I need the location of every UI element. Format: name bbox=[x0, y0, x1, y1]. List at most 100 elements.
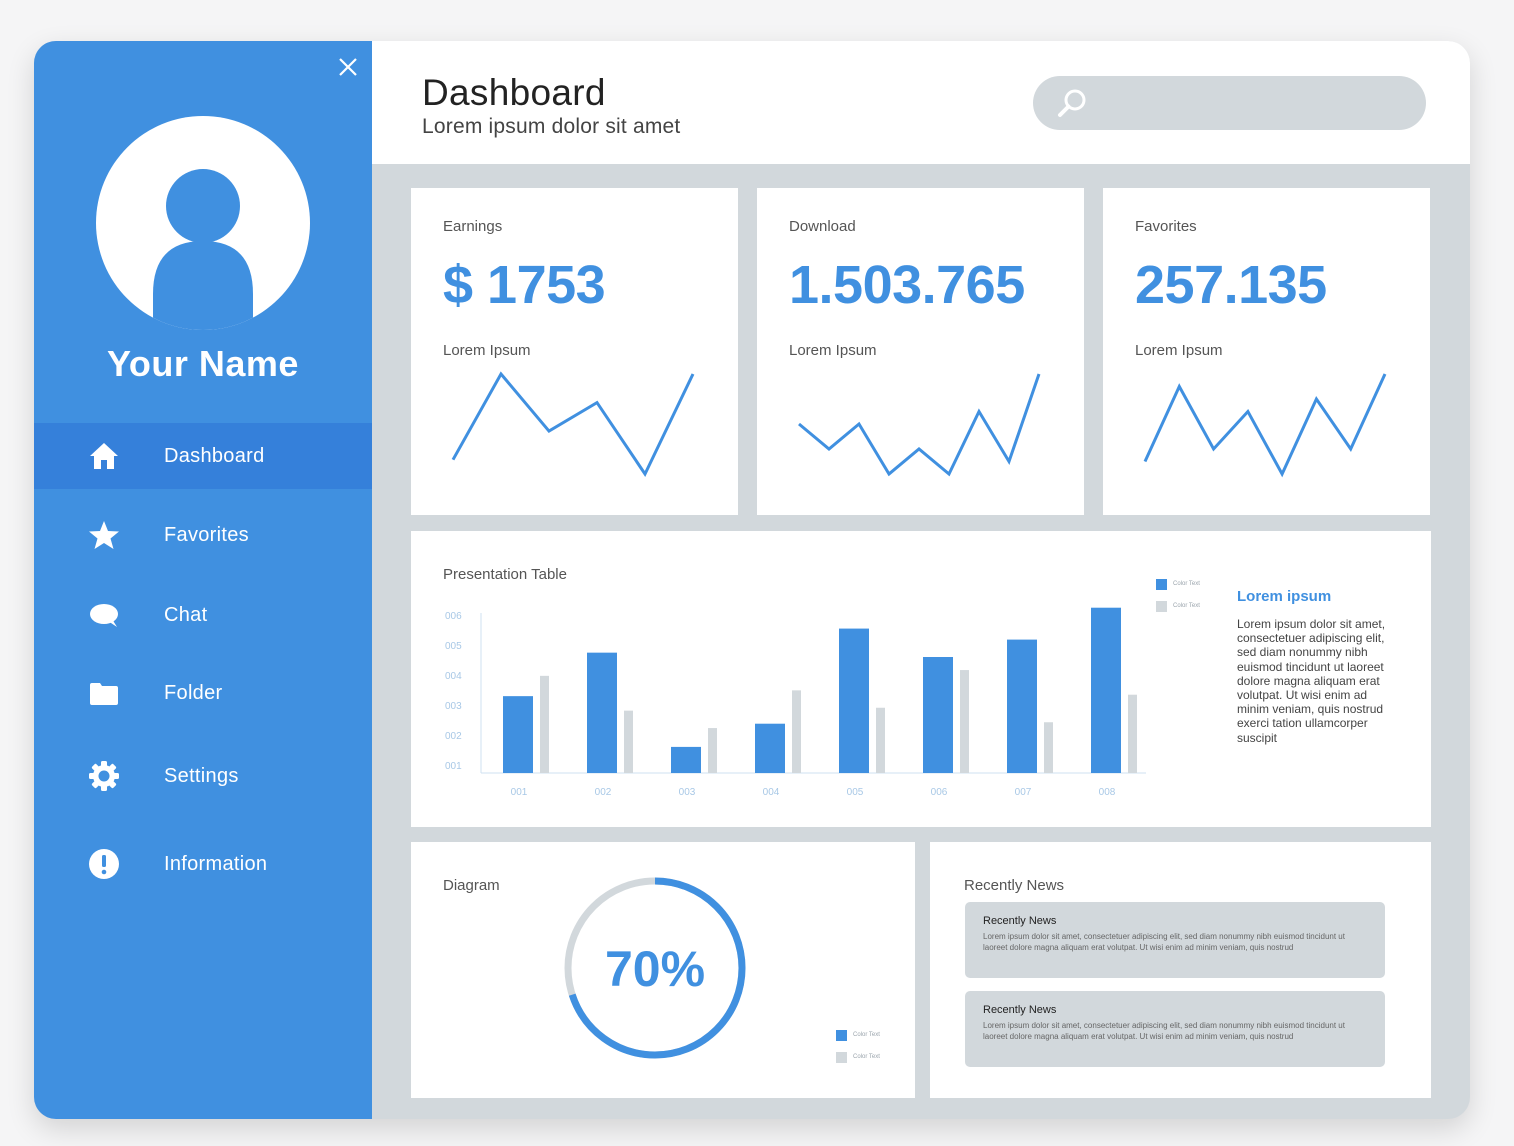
star-icon bbox=[89, 521, 119, 549]
y-tick-label: 005 bbox=[445, 641, 462, 652]
diagram-card: Diagram 70% Color Text Color Text bbox=[411, 842, 915, 1098]
bar-chart: 001 002 003 004 005 006 001 002 003 004 005 006 007 0… bbox=[445, 607, 1146, 798]
donut-chart: 70% bbox=[564, 877, 746, 1059]
stat-sub-label: Lorem Ipsum bbox=[443, 342, 531, 359]
sidebar-item-label: Favorites bbox=[164, 524, 249, 546]
y-tick-label: 003 bbox=[445, 701, 462, 712]
page-subtitle: Lorem ipsum dolor sit amet bbox=[422, 115, 681, 138]
news-section-title: Recently News bbox=[964, 877, 1065, 894]
bar-series-2 bbox=[876, 707, 885, 773]
user-name: Your Name bbox=[107, 343, 299, 384]
y-tick-label: 006 bbox=[445, 611, 462, 622]
sidebar-item-label: Dashboard bbox=[164, 445, 265, 467]
user-silhouette-icon bbox=[153, 169, 253, 330]
search-input[interactable] bbox=[1033, 76, 1426, 130]
home-icon bbox=[90, 443, 118, 469]
news-item-title: Recently News bbox=[983, 915, 1057, 927]
bar-series-2 bbox=[960, 670, 969, 773]
side-panel-title: Lorem ipsum bbox=[1237, 588, 1332, 605]
x-tick-label: 003 bbox=[679, 787, 696, 798]
donut-percent-label: 70% bbox=[605, 941, 705, 997]
presentation-card: Presentation Table 001 002 003 004 005 006 001… bbox=[411, 531, 1431, 827]
bar-series-2 bbox=[792, 690, 801, 773]
diagram-title: Diagram bbox=[443, 877, 500, 894]
news-item-body: Lorem ipsum dolor sit amet, consectetuer… bbox=[983, 1021, 1345, 1041]
bar-series-2 bbox=[624, 710, 633, 773]
legend-label: Color Text bbox=[1173, 581, 1200, 587]
sparkline-path bbox=[451, 371, 695, 478]
bar-series-2 bbox=[708, 728, 717, 773]
news-item-body: Lorem ipsum dolor sit amet, consectetuer… bbox=[983, 932, 1345, 952]
y-tick-label: 004 bbox=[445, 671, 462, 682]
x-tick-label: 007 bbox=[1015, 787, 1032, 798]
x-tick-label: 002 bbox=[595, 787, 612, 798]
news-card: Recently News Recently News Lorem ipsum … bbox=[930, 842, 1431, 1098]
stat-card-earnings: Earnings $ 1753 Lorem Ipsum bbox=[411, 188, 738, 515]
x-tick-label: 008 bbox=[1099, 787, 1116, 798]
sidebar-item-information[interactable]: Information bbox=[34, 831, 372, 897]
app-window: Your Name Dashboard Favorites Chat Folde… bbox=[34, 41, 1470, 1119]
news-item[interactable]: Recently News Lorem ipsum dolor sit amet… bbox=[965, 991, 1385, 1067]
sidebar: Your Name Dashboard Favorites Chat Folde… bbox=[34, 41, 372, 1119]
bar-series-2 bbox=[1044, 722, 1053, 773]
folder-icon bbox=[90, 683, 118, 705]
sparkline-path bbox=[1143, 373, 1387, 478]
stat-sub-label: Lorem Ipsum bbox=[789, 342, 877, 359]
bar-series-2 bbox=[540, 675, 549, 773]
legend-swatch-gray bbox=[1156, 601, 1167, 612]
bar-series-1 bbox=[1091, 607, 1121, 773]
y-tick-label: 001 bbox=[445, 761, 462, 772]
bar-series-2 bbox=[1128, 694, 1137, 773]
stat-value: 1.503.765 bbox=[789, 255, 1025, 315]
x-tick-label: 006 bbox=[931, 787, 948, 798]
news-item[interactable]: Recently News Lorem ipsum dolor sit amet… bbox=[965, 902, 1385, 978]
side-panel-text: Lorem ipsum dolor sit amet, consectetuer… bbox=[1237, 617, 1386, 745]
bar-series-1 bbox=[587, 652, 617, 773]
stat-label: Earnings bbox=[443, 218, 503, 235]
stat-card-favorites: Favorites 257.135 Lorem Ipsum bbox=[1103, 188, 1430, 515]
bar-series-1 bbox=[755, 723, 785, 773]
y-tick-label: 002 bbox=[445, 731, 462, 742]
header: Dashboard Lorem ipsum dolor sit amet bbox=[372, 41, 1470, 164]
bar-series-1 bbox=[1007, 639, 1037, 773]
stat-value: $ 1753 bbox=[443, 255, 606, 315]
sparkline-path bbox=[798, 373, 1041, 477]
avatar[interactable] bbox=[96, 116, 310, 330]
legend-label: Color Text bbox=[853, 1032, 880, 1038]
stat-card-download: Download 1.503.765 Lorem Ipsum bbox=[757, 188, 1084, 515]
stat-label: Download bbox=[789, 218, 856, 235]
sparkline bbox=[451, 371, 695, 478]
x-tick-label: 004 bbox=[763, 787, 780, 798]
sparkline bbox=[798, 373, 1041, 477]
stat-sub-label: Lorem Ipsum bbox=[1135, 342, 1223, 359]
sidebar-item-settings[interactable]: Settings bbox=[34, 743, 372, 809]
sidebar-item-label: Information bbox=[164, 853, 268, 875]
legend-label: Color Text bbox=[853, 1054, 880, 1060]
page-title: Dashboard bbox=[422, 72, 606, 113]
bar-series-1 bbox=[503, 696, 533, 773]
x-tick-label: 001 bbox=[511, 787, 528, 798]
bar-series-1 bbox=[671, 746, 701, 773]
stat-label: Favorites bbox=[1135, 218, 1197, 235]
sidebar-item-label: Folder bbox=[164, 682, 223, 704]
legend-swatch-blue bbox=[1156, 579, 1167, 590]
stat-value: 257.135 bbox=[1135, 255, 1327, 315]
sidebar-item-label: Chat bbox=[164, 604, 208, 626]
legend-swatch-gray bbox=[836, 1052, 847, 1063]
sidebar-item-folder[interactable]: Folder bbox=[34, 660, 372, 726]
bar-series-1 bbox=[839, 628, 869, 773]
exclamation-icon bbox=[89, 849, 119, 879]
legend-swatch-blue bbox=[836, 1030, 847, 1041]
sparkline bbox=[1143, 373, 1387, 478]
sidebar-item-chat[interactable]: Chat bbox=[34, 582, 372, 648]
chat-bubble-icon bbox=[90, 604, 118, 627]
legend-label: Color Text bbox=[1173, 603, 1200, 609]
bar-series-1 bbox=[923, 657, 953, 773]
x-tick-label: 005 bbox=[847, 787, 864, 798]
sidebar-item-favorites[interactable]: Favorites bbox=[34, 502, 372, 568]
sidebar-item-label: Settings bbox=[164, 765, 239, 787]
sidebar-item-dashboard[interactable]: Dashboard bbox=[34, 423, 372, 489]
gear-icon bbox=[89, 761, 119, 791]
close-icon[interactable] bbox=[336, 55, 360, 79]
news-item-title: Recently News bbox=[983, 1004, 1057, 1016]
